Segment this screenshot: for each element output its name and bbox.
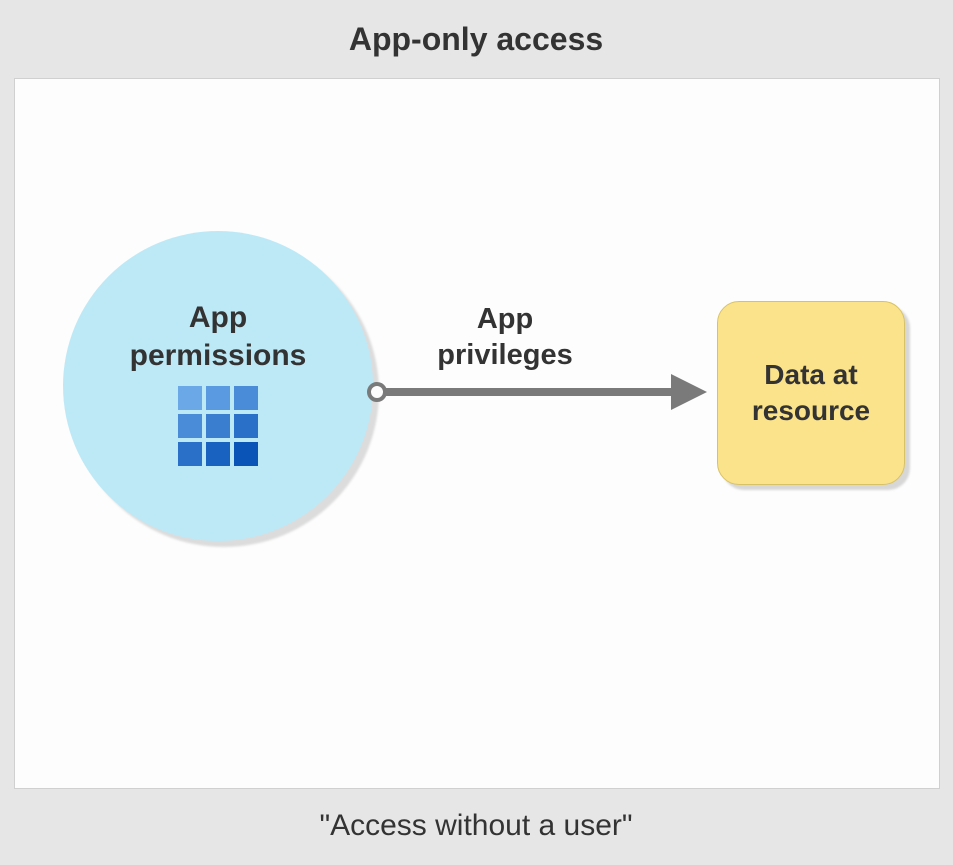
- app-permissions-label-line1: App: [189, 301, 247, 334]
- data-resource-label-line2: resource: [752, 395, 870, 426]
- diagram-canvas: App permissions App privileges Data at r…: [14, 78, 940, 789]
- data-resource-label-line1: Data at: [764, 359, 857, 390]
- app-permissions-label-line2: permissions: [130, 339, 307, 372]
- data-resource-node: Data at resource: [717, 301, 905, 485]
- arrow-shaft: [385, 388, 675, 396]
- diagram-title: App-only access: [14, 0, 938, 78]
- diagram-footer: "Access without a user": [14, 787, 938, 865]
- arrow-head-icon: [671, 374, 707, 410]
- app-permissions-node: App permissions: [63, 231, 373, 541]
- diagram-footer-text: "Access without a user": [319, 809, 632, 843]
- app-privileges-label: App privileges: [415, 301, 595, 374]
- arrow-origin-icon: [367, 382, 387, 402]
- app-grid-icon: [178, 386, 258, 466]
- diagram-title-text: App-only access: [349, 21, 603, 58]
- diagram-frame: App-only access App permissions App priv…: [14, 0, 938, 865]
- data-resource-label: Data at resource: [752, 357, 870, 430]
- app-privileges-label-line1: App: [477, 303, 533, 335]
- app-permissions-label: App permissions: [130, 299, 307, 374]
- app-privileges-label-line2: privileges: [437, 339, 572, 371]
